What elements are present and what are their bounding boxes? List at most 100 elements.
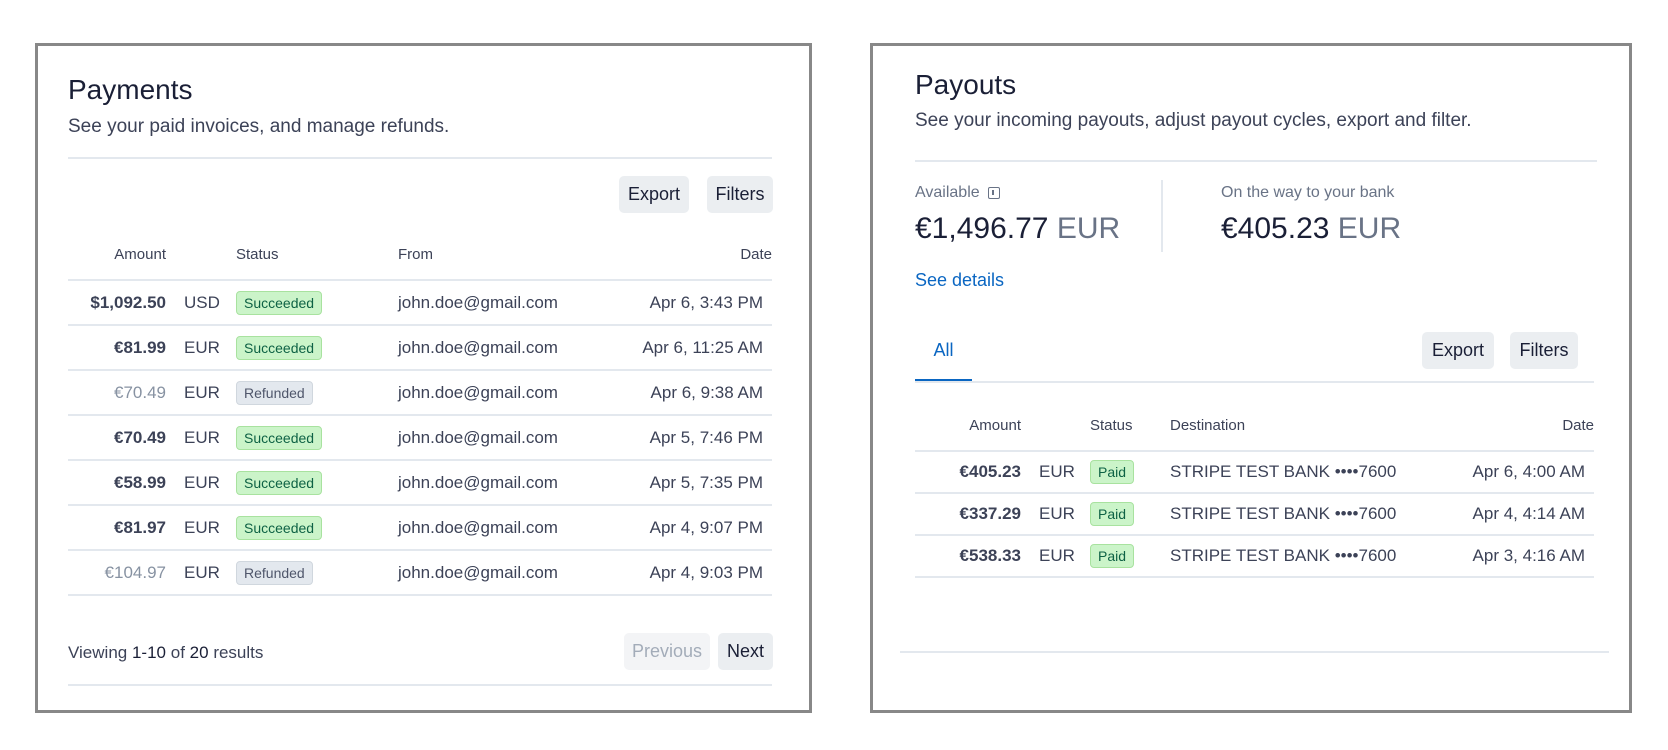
payouts-header-divider xyxy=(915,160,1597,162)
tabs-divider xyxy=(915,381,1594,383)
payouts-filters-button[interactable]: Filters xyxy=(1510,332,1578,369)
table-row[interactable]: €81.97 EUR Succeeded john.doe@gmail.com Apr … xyxy=(68,505,772,551)
status-badge: Succeeded xyxy=(236,425,323,450)
payment-from: john.doe@gmail.com xyxy=(398,550,608,596)
available-amount: €1,496.77 xyxy=(915,212,1049,245)
column-header-date[interactable]: Date xyxy=(608,230,772,281)
column-header-amount[interactable]: Amount xyxy=(68,230,166,281)
pager-range: 1-10 xyxy=(131,643,166,662)
payout-status: Paid xyxy=(1090,535,1170,578)
payout-date: Apr 3, 4:16 AM xyxy=(1460,535,1594,578)
payout-amount: €337.29 xyxy=(915,493,1021,536)
status-badge: Succeeded xyxy=(236,515,323,540)
payment-currency: EUR xyxy=(166,370,236,416)
payment-from: john.doe@gmail.com xyxy=(398,280,608,326)
payment-from: john.doe@gmail.com xyxy=(398,370,608,416)
status-badge: Paid xyxy=(1090,544,1135,568)
table-row[interactable]: €538.33 EUR Paid STRIPE TEST BANK ••••7600 A… xyxy=(915,535,1594,578)
payments-table: Amount Status From Date $1,092.50 USD Succ… xyxy=(68,230,772,596)
status-badge: Refunded xyxy=(236,560,313,585)
payment-status: Succeeded xyxy=(236,325,398,371)
payout-currency: EUR xyxy=(1021,493,1090,536)
payment-from: john.doe@gmail.com xyxy=(398,415,608,461)
payouts-footer-divider xyxy=(900,651,1609,653)
payouts-table: Amount Status Destination Date €405.23 EU… xyxy=(915,401,1594,578)
payment-date: Apr 6, 3:43 PM xyxy=(608,280,772,326)
payout-status: Paid xyxy=(1090,493,1170,536)
info-icon[interactable] xyxy=(987,187,1000,199)
table-row[interactable]: €70.49 EUR Refunded john.doe@gmail.com Apr 6… xyxy=(68,370,772,416)
table-row[interactable]: €58.99 EUR Succeeded john.doe@gmail.com Apr … xyxy=(68,460,772,506)
payment-currency: USD xyxy=(166,280,236,326)
column-header-status[interactable]: Status xyxy=(1090,401,1170,452)
payment-from: john.doe@gmail.com xyxy=(398,505,608,551)
payment-currency: EUR xyxy=(166,505,236,551)
payment-status: Refunded xyxy=(236,550,398,596)
payout-currency: EUR xyxy=(1021,535,1090,578)
payment-status: Succeeded xyxy=(236,505,398,551)
table-row[interactable]: €70.49 EUR Succeeded john.doe@gmail.com Apr … xyxy=(68,415,772,461)
payments-header-divider xyxy=(68,157,772,159)
table-row[interactable]: €405.23 EUR Paid STRIPE TEST BANK ••••7600 A… xyxy=(915,451,1594,494)
payout-destination: STRIPE TEST BANK ••••7600 xyxy=(1170,493,1460,536)
payments-table-header: Amount Status From Date xyxy=(68,230,772,281)
payments-filters-button[interactable]: Filters xyxy=(707,176,773,213)
payment-amount: €58.99 xyxy=(68,460,166,506)
payment-amount: €70.49 xyxy=(68,370,166,416)
column-header-destination[interactable]: Destination xyxy=(1170,401,1460,452)
payment-amount: €81.97 xyxy=(68,505,166,551)
payments-export-button[interactable]: Export xyxy=(619,176,689,213)
payment-date: Apr 5, 7:35 PM xyxy=(608,460,772,506)
on-the-way-currency: EUR xyxy=(1337,212,1402,245)
on-the-way-amount: €405.23 xyxy=(1221,212,1330,245)
pager-total: 20 xyxy=(189,643,209,662)
payment-status: Refunded xyxy=(236,370,398,416)
next-page-button[interactable]: Next xyxy=(718,633,773,670)
payment-currency: EUR xyxy=(166,550,236,596)
column-header-status[interactable]: Status xyxy=(236,230,398,281)
column-header-from[interactable]: From xyxy=(398,230,608,281)
available-currency: EUR xyxy=(1056,212,1121,245)
table-row[interactable]: €104.97 EUR Refunded john.doe@gmail.com Apr … xyxy=(68,550,772,596)
status-badge: Succeeded xyxy=(236,470,323,495)
column-header-amount[interactable]: Amount xyxy=(915,401,1021,452)
payment-currency: EUR xyxy=(166,460,236,506)
payments-footer-divider xyxy=(68,684,772,686)
table-row[interactable]: €81.99 EUR Succeeded john.doe@gmail.com Apr … xyxy=(68,325,772,371)
table-row[interactable]: $1,092.50 USD Succeeded john.doe@gmail.com A… xyxy=(68,280,772,326)
available-balance: €1,496.77 EUR xyxy=(915,212,1120,246)
status-badge: Succeeded xyxy=(236,290,323,315)
payment-currency: EUR xyxy=(166,415,236,461)
see-details-link[interactable]: See details xyxy=(915,270,1004,291)
payment-amount: €104.97 xyxy=(68,550,166,596)
tab-all[interactable]: All xyxy=(915,340,972,361)
payment-status: Succeeded xyxy=(236,280,398,326)
previous-page-button[interactable]: Previous xyxy=(624,633,710,670)
pager-viewing-label: Viewing xyxy=(68,643,128,662)
payment-date: Apr 6, 9:38 AM xyxy=(608,370,772,416)
payout-date: Apr 6, 4:00 AM xyxy=(1460,451,1594,494)
table-row[interactable]: €337.29 EUR Paid STRIPE TEST BANK ••••7600 A… xyxy=(915,493,1594,536)
status-badge: Refunded xyxy=(236,380,313,405)
payment-amount: €70.49 xyxy=(68,415,166,461)
payment-from: john.doe@gmail.com xyxy=(398,460,608,506)
payout-amount: €405.23 xyxy=(915,451,1021,494)
column-header-date[interactable]: Date xyxy=(1460,401,1594,452)
balance-divider xyxy=(1161,180,1163,252)
payment-amount: €81.99 xyxy=(68,325,166,371)
payouts-export-button[interactable]: Export xyxy=(1422,332,1494,369)
status-badge: Paid xyxy=(1090,460,1135,484)
payment-status: Succeeded xyxy=(236,460,398,506)
payouts-panel: Payouts See your incoming payouts, adjus… xyxy=(870,43,1632,713)
available-balance-label: Available xyxy=(915,184,1000,202)
payments-title: Payments xyxy=(68,74,193,105)
status-badge: Succeeded xyxy=(236,335,323,360)
payout-date: Apr 4, 4:14 AM xyxy=(1460,493,1594,536)
payout-currency: EUR xyxy=(1021,451,1090,494)
pager-results-label: results xyxy=(213,643,264,662)
payouts-subtitle: See your incoming payouts, adjust payout… xyxy=(915,110,1472,131)
payments-subtitle: See your paid invoices, and manage refun… xyxy=(68,116,450,137)
payout-destination: STRIPE TEST BANK ••••7600 xyxy=(1170,535,1460,578)
payouts-table-header: Amount Status Destination Date xyxy=(915,401,1594,452)
payment-status: Succeeded xyxy=(236,415,398,461)
